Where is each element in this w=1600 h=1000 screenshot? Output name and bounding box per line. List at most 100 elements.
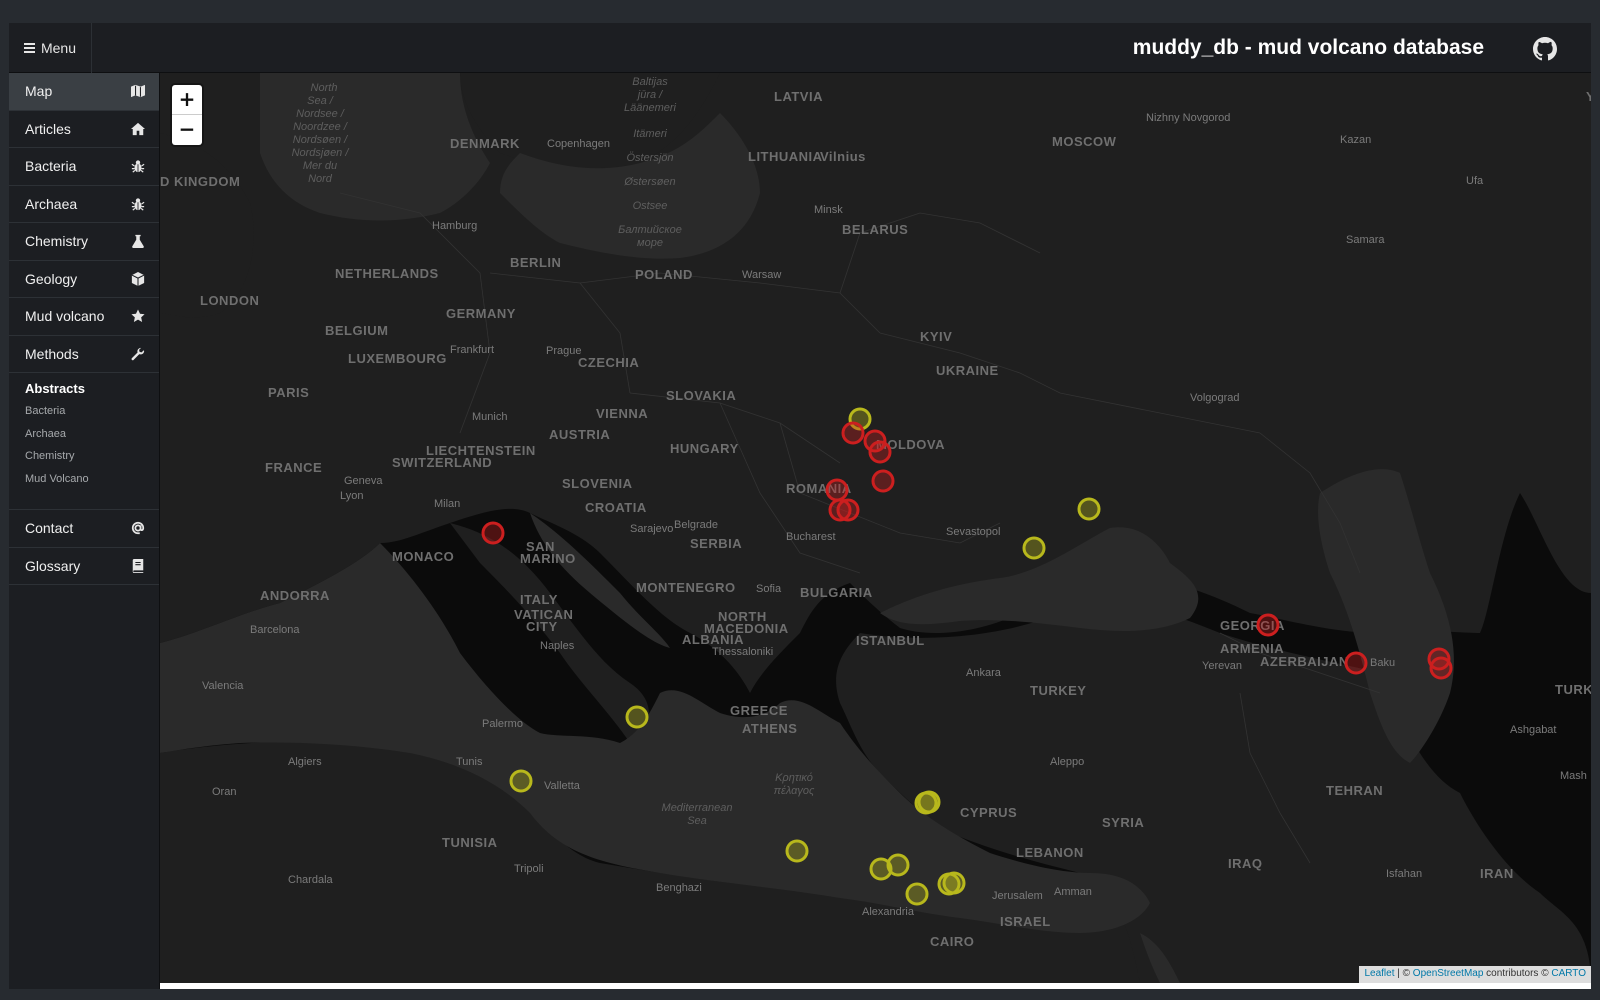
openstreetmap-link[interactable]: OpenStreetMap xyxy=(1413,968,1484,979)
mud-volcano-marker-red[interactable] xyxy=(836,498,860,522)
sidebar-item-geology[interactable]: Geology xyxy=(9,261,159,298)
svg-text:Isfahan: Isfahan xyxy=(1386,868,1422,880)
svg-text:Frankfurt: Frankfurt xyxy=(450,344,494,356)
svg-text:LEBANON: LEBANON xyxy=(1016,845,1084,860)
mud-volcano-marker-yellow[interactable] xyxy=(1022,536,1046,560)
svg-text:LITHUANIA: LITHUANIA xyxy=(748,149,823,164)
star-icon xyxy=(131,309,145,323)
svg-text:Nizhny Novgorod: Nizhny Novgorod xyxy=(1146,112,1230,124)
svg-text:Thessaloniki: Thessaloniki xyxy=(712,646,773,658)
mud-volcano-marker-red[interactable] xyxy=(841,421,865,445)
bug-icon xyxy=(131,160,145,173)
svg-text:Nordsjøen /: Nordsjøen / xyxy=(292,147,350,159)
svg-text:Noordzee /: Noordzee / xyxy=(293,121,348,133)
mud-volcano-marker-red[interactable] xyxy=(1256,613,1280,637)
svg-text:TEHRAN: TEHRAN xyxy=(1326,783,1383,798)
mud-volcano-marker-yellow[interactable] xyxy=(917,790,941,814)
svg-text:ISTANBUL: ISTANBUL xyxy=(856,633,925,648)
map-icon xyxy=(131,85,145,98)
mud-volcano-marker-red[interactable] xyxy=(868,440,892,464)
abstracts-link-bacteria[interactable]: Bacteria xyxy=(25,405,143,428)
sidebar-item-label: Contact xyxy=(25,520,74,537)
mud-volcano-marker-yellow[interactable] xyxy=(905,882,929,906)
svg-text:Jerusalem: Jerusalem xyxy=(992,890,1043,902)
github-icon[interactable] xyxy=(1533,37,1557,61)
mud-volcano-marker-yellow[interactable] xyxy=(1077,497,1101,521)
abstracts-link-chemistry[interactable]: Chemistry xyxy=(25,450,143,473)
svg-text:CYPRUS: CYPRUS xyxy=(960,805,1017,820)
app-title: muddy_db - mud volcano database xyxy=(1132,36,1484,59)
svg-text:Läänemeri: Läänemeri xyxy=(624,102,677,114)
svg-text:MONACO: MONACO xyxy=(392,549,454,564)
sidebar-item-contact[interactable]: Contact xyxy=(9,510,159,548)
svg-text:IRAQ: IRAQ xyxy=(1228,856,1263,871)
svg-text:jūra /: jūra / xyxy=(636,89,663,101)
mud-volcano-marker-red[interactable] xyxy=(1429,656,1453,680)
sidebar-item-methods[interactable]: Methods xyxy=(9,336,159,373)
abstracts-section: Abstracts Bacteria Archaea Chemistry Mud… xyxy=(9,373,159,510)
map-view[interactable]: LATVIA LITHUANIA DENMARK BELARUS POLAND … xyxy=(160,73,1591,983)
at-icon xyxy=(131,522,145,535)
svg-text:MARINO: MARINO xyxy=(520,551,576,566)
sidebar-item-articles[interactable]: Articles xyxy=(9,111,159,148)
svg-text:Warsaw: Warsaw xyxy=(742,269,781,281)
svg-text:TURK: TURK xyxy=(1555,682,1591,697)
sidebar-item-chemistry[interactable]: Chemistry xyxy=(9,223,159,261)
mud-volcano-marker-yellow[interactable] xyxy=(509,769,533,793)
svg-text:NETHERLANDS: NETHERLANDS xyxy=(335,266,439,281)
sidebar-item-mud-volcano[interactable]: Mud volcano xyxy=(9,298,159,336)
svg-text:Valencia: Valencia xyxy=(202,680,244,692)
svg-text:Naples: Naples xyxy=(540,640,575,652)
svg-text:Mediterranean: Mediterranean xyxy=(662,802,733,814)
mud-volcano-marker-yellow[interactable] xyxy=(942,871,966,895)
sidebar-item-map[interactable]: Map xyxy=(9,73,159,111)
svg-text:Nordsøen /: Nordsøen / xyxy=(293,134,348,146)
top-navbar: Menu muddy_db - mud volcano database xyxy=(9,23,1591,73)
sidebar-item-archaea[interactable]: Archaea xyxy=(9,186,159,223)
menu-toggle-button[interactable]: Menu xyxy=(9,23,92,73)
sidebar-item-bacteria[interactable]: Bacteria xyxy=(9,148,159,186)
mud-volcano-marker-red[interactable] xyxy=(1344,651,1368,675)
svg-text:Minsk: Minsk xyxy=(814,204,843,216)
mud-volcano-marker-yellow[interactable] xyxy=(625,705,649,729)
svg-text:Samara: Samara xyxy=(1346,234,1385,246)
mud-volcano-marker-yellow[interactable] xyxy=(886,853,910,877)
sidebar-item-glossary[interactable]: Glossary xyxy=(9,548,159,585)
abstracts-link-archaea[interactable]: Archaea xyxy=(25,428,143,451)
svg-text:Copenhagen: Copenhagen xyxy=(547,138,610,150)
zoom-out-button[interactable]: − xyxy=(172,115,202,145)
svg-text:TUNISIA: TUNISIA xyxy=(442,835,498,850)
svg-text:KYIV: KYIV xyxy=(920,329,952,344)
basemap: LATVIA LITHUANIA DENMARK BELARUS POLAND … xyxy=(160,73,1591,983)
svg-text:Belgrade: Belgrade xyxy=(674,519,718,531)
svg-text:LONDON: LONDON xyxy=(200,293,259,308)
mud-volcano-marker-red[interactable] xyxy=(871,469,895,493)
svg-text:Κρητικό: Κρητικό xyxy=(775,772,813,784)
carto-link[interactable]: CARTO xyxy=(1551,968,1586,979)
svg-text:GREECE: GREECE xyxy=(730,703,788,718)
svg-text:SWITZERLAND: SWITZERLAND xyxy=(392,455,492,470)
svg-text:FRANCE: FRANCE xyxy=(265,460,322,475)
sidebar-item-label: Methods xyxy=(25,345,79,362)
svg-text:πέλαγος: πέλαγος xyxy=(774,785,815,797)
svg-text:Munich: Munich xyxy=(472,411,507,423)
leaflet-link[interactable]: Leaflet xyxy=(1364,968,1394,979)
flask-icon xyxy=(132,235,144,249)
zoom-in-button[interactable]: + xyxy=(172,85,202,115)
svg-text:Östersjön: Östersjön xyxy=(626,152,673,164)
svg-text:CAIRO: CAIRO xyxy=(930,934,974,949)
svg-text:BELARUS: BELARUS xyxy=(842,222,908,237)
mud-volcano-marker-yellow[interactable] xyxy=(785,839,809,863)
svg-text:GERMANY: GERMANY xyxy=(446,306,516,321)
abstracts-link-mud-volcano[interactable]: Mud Volcano xyxy=(25,473,143,496)
svg-text:TURKEY: TURKEY xyxy=(1030,683,1086,698)
svg-text:SLOVENIA: SLOVENIA xyxy=(562,476,633,491)
mud-volcano-marker-red[interactable] xyxy=(825,478,849,502)
svg-text:IRAN: IRAN xyxy=(1480,866,1514,881)
sidebar-item-label: Bacteria xyxy=(25,158,77,175)
mud-volcano-marker-red[interactable] xyxy=(481,521,505,545)
svg-text:POLAND: POLAND xyxy=(635,267,693,282)
svg-text:SERBIA: SERBIA xyxy=(690,536,742,551)
svg-text:Alexandria: Alexandria xyxy=(862,906,915,918)
svg-text:Amman: Amman xyxy=(1054,886,1092,898)
